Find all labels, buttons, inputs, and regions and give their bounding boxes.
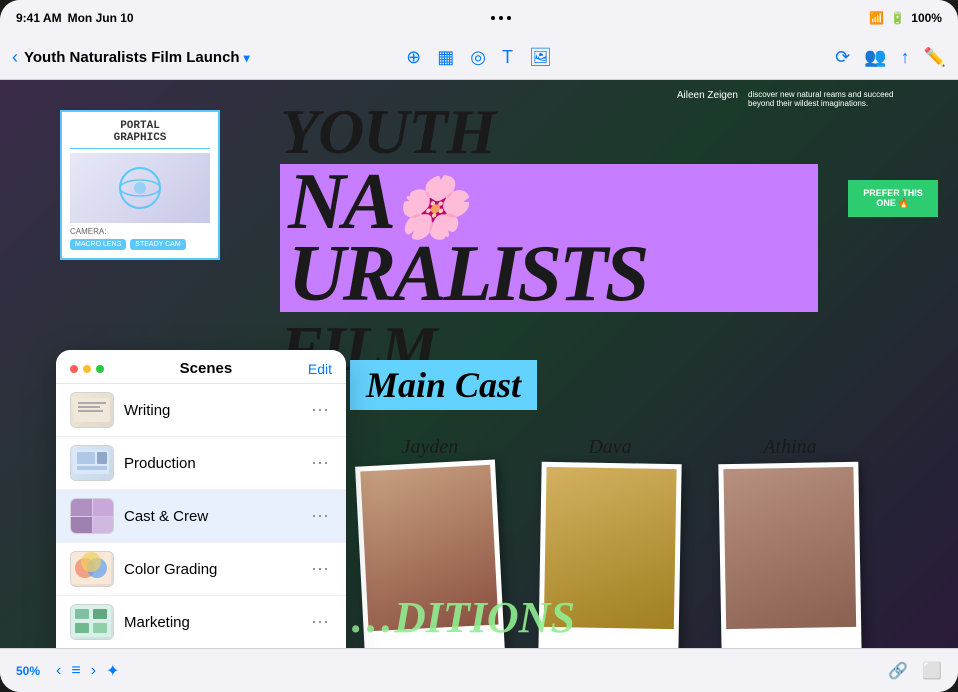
arrange-icon[interactable]: 🔗 bbox=[888, 661, 908, 681]
scene-thumb-color bbox=[70, 551, 114, 587]
status-bar-right: 📶 🔋 100% bbox=[869, 11, 942, 25]
scene-item-writing[interactable]: Writing ⋯ bbox=[56, 384, 346, 437]
scene-thumb-marketing bbox=[70, 604, 114, 640]
thumb-writing-bg bbox=[71, 393, 113, 427]
cast-signature-2: Dava bbox=[530, 436, 690, 459]
scenes-edit-button[interactable]: Edit bbox=[308, 361, 332, 377]
zoom-level[interactable]: 50% bbox=[16, 664, 40, 678]
camera-label: CAMERA: bbox=[70, 227, 210, 236]
film-title-youth: YOUTH bbox=[280, 100, 818, 164]
scene-name-cast-crew: Cast & Crew bbox=[124, 508, 298, 525]
scene-name-color-grading: Color Grading bbox=[124, 561, 298, 578]
edit-icon[interactable]: ✏️ bbox=[924, 47, 946, 68]
cast-signature-3: Athina bbox=[710, 436, 870, 459]
image-icon[interactable]: 🖼 bbox=[529, 47, 552, 68]
lens-options: MACRO LENS STEADY CAM bbox=[70, 239, 210, 250]
scenes-panel-title: Scenes bbox=[104, 360, 308, 377]
author-name: Aileen Zeigen bbox=[677, 90, 738, 101]
status-dot-2 bbox=[499, 16, 503, 20]
film-title-area: YOUTH NA🌸URALISTS FILM bbox=[280, 100, 818, 386]
scenes-panel: Scenes Edit Writing ⋯ bbox=[56, 350, 346, 648]
scene-item-color-grading[interactable]: Color Grading ⋯ bbox=[56, 543, 346, 596]
nav-list-button[interactable]: ≡ bbox=[71, 662, 80, 680]
scene-name-writing: Writing bbox=[124, 402, 298, 419]
auditions-text: …DITIONS bbox=[350, 592, 575, 643]
thumb-color-bg bbox=[71, 552, 113, 586]
scene-item-production[interactable]: Production ⋯ bbox=[56, 437, 346, 490]
scene-name-marketing: Marketing bbox=[124, 614, 298, 631]
nav-star-button[interactable]: ✦ bbox=[106, 661, 119, 681]
scene-thumb-cast bbox=[70, 498, 114, 534]
nav-prev-button[interactable]: ‹ bbox=[56, 662, 61, 680]
battery-icon: 🔋 bbox=[890, 11, 905, 25]
scenes-dots bbox=[70, 365, 104, 373]
status-dot-1 bbox=[491, 16, 495, 20]
scenes-dot-yellow bbox=[83, 365, 91, 373]
scene-more-color-grading[interactable]: ⋯ bbox=[308, 557, 332, 581]
scene-more-writing[interactable]: ⋯ bbox=[308, 398, 332, 422]
toolbar-left: ‹ Youth Naturalists Film Launch ▾ bbox=[12, 47, 398, 68]
cast-polaroid-3 bbox=[718, 462, 861, 648]
back-button[interactable]: ‹ bbox=[12, 47, 18, 68]
toolbar-center: ⊕ ▦ ◎ T 🖼 bbox=[406, 47, 552, 68]
export-icon[interactable]: ↑ bbox=[901, 47, 910, 68]
project-title-text: Youth Naturalists Film Launch bbox=[24, 49, 240, 66]
scenes-header: Scenes Edit bbox=[56, 350, 346, 384]
scene-more-cast-crew[interactable]: ⋯ bbox=[308, 504, 332, 528]
main-cast-label: Main Cast bbox=[350, 360, 537, 410]
thumb-production-bg bbox=[71, 446, 113, 480]
nav-next-button[interactable]: › bbox=[91, 662, 96, 680]
status-bar: 9:41 AM Mon Jun 10 📶 🔋 100% bbox=[0, 0, 958, 36]
sticky-note: PREFER THIS ONE 🔥 bbox=[848, 180, 938, 217]
scene-thumb-production bbox=[70, 445, 114, 481]
storyboard-card: PORTALGRAPHICS CAMERA: MACRO LENS STEADY… bbox=[60, 110, 220, 260]
bottom-right-icons: 🔗 ⬜ bbox=[888, 661, 942, 681]
film-title-naturalists: NA🌸URALISTS bbox=[288, 166, 810, 310]
toolbar-right: ⟳ 👥 ↑ ✏️ bbox=[560, 47, 946, 68]
fullscreen-icon[interactable]: ⬜ bbox=[922, 661, 942, 681]
card-title: PORTALGRAPHICS bbox=[70, 120, 210, 149]
table-icon[interactable]: ▦ bbox=[437, 47, 454, 68]
scene-name-production: Production bbox=[124, 455, 298, 472]
auditions-partial: …DITIONS bbox=[350, 593, 575, 642]
card-image bbox=[70, 153, 210, 223]
search-icon[interactable]: ⟳ bbox=[835, 47, 850, 68]
status-bar-center bbox=[491, 16, 511, 20]
status-bar-left: 9:41 AM Mon Jun 10 bbox=[16, 11, 134, 25]
status-dot-3 bbox=[507, 16, 511, 20]
scene-item-marketing[interactable]: Marketing ⋯ bbox=[56, 596, 346, 648]
scene-thumb-writing bbox=[70, 392, 114, 428]
steady-cam: STEADY CAM bbox=[130, 239, 185, 250]
scenes-dot-green bbox=[96, 365, 104, 373]
cast-photo-3 bbox=[723, 467, 856, 629]
status-date: Mon Jun 10 bbox=[68, 11, 134, 25]
thumb-cast-bg bbox=[71, 499, 113, 533]
add-shape-icon[interactable]: ⊕ bbox=[406, 47, 421, 68]
top-toolbar: ‹ Youth Naturalists Film Launch ▾ ⊕ ▦ ◎ … bbox=[0, 36, 958, 80]
battery-level: 100% bbox=[911, 11, 942, 25]
share-users-icon[interactable]: 👥 bbox=[864, 47, 886, 68]
macro-lens: MACRO LENS bbox=[70, 239, 126, 250]
scene-more-production[interactable]: ⋯ bbox=[308, 451, 332, 475]
main-content: PORTALGRAPHICS CAMERA: MACRO LENS STEADY… bbox=[0, 80, 958, 648]
scene-item-cast-crew[interactable]: Cast & Crew ⋯ bbox=[56, 490, 346, 543]
cast-signature-1: Jayden bbox=[350, 436, 510, 459]
scenes-dot-red bbox=[70, 365, 78, 373]
text-icon[interactable]: T bbox=[502, 47, 513, 68]
cast-member-3: Athina SONIA BRIZZOLARI (SHE / HER) bbox=[710, 436, 870, 648]
project-title-container[interactable]: Youth Naturalists Film Launch ▾ bbox=[24, 49, 250, 66]
status-time: 9:41 AM bbox=[16, 11, 62, 25]
scene-more-marketing[interactable]: ⋯ bbox=[308, 610, 332, 634]
project-title-chevron: ▾ bbox=[244, 51, 250, 65]
thumb-marketing-bg bbox=[71, 605, 113, 639]
film-title-naturalists-wrap: NA🌸URALISTS bbox=[280, 164, 818, 312]
wifi-icon: 📶 bbox=[869, 11, 884, 25]
ipad-frame: 9:41 AM Mon Jun 10 📶 🔋 100% ‹ Youth Natu… bbox=[0, 0, 958, 692]
author-description: discover new natural reams and succeed b… bbox=[748, 90, 898, 108]
media-icon[interactable]: ◎ bbox=[470, 47, 486, 68]
bottom-nav-icons: ‹ ≡ › ✦ bbox=[56, 661, 119, 681]
bottom-bar: 50% ‹ ≡ › ✦ 🔗 ⬜ bbox=[0, 648, 958, 692]
